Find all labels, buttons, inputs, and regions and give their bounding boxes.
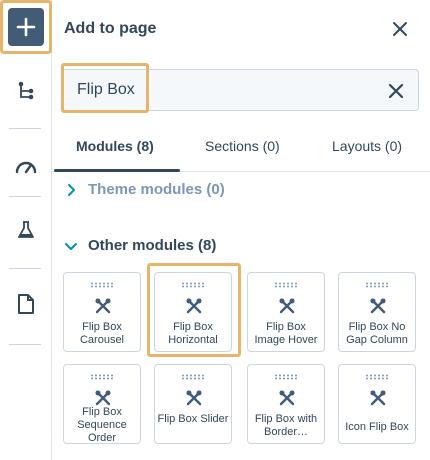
module-card[interactable]: Flip Box Horizontal xyxy=(154,272,232,352)
module-card[interactable]: Flip Box with Border… xyxy=(247,364,325,444)
module-card[interactable]: Flip Box Image Hover xyxy=(247,272,325,352)
drag-handle-icon xyxy=(182,282,204,288)
drag-handle-icon xyxy=(91,374,113,380)
module-card[interactable]: Icon Flip Box xyxy=(338,364,416,444)
drag-handle-icon xyxy=(91,282,113,288)
tab-sections[interactable]: Sections (0) xyxy=(205,138,280,154)
document-icon[interactable] xyxy=(12,290,40,318)
module-card[interactable]: Flip Box Sequence Order xyxy=(63,364,141,444)
tab-layouts[interactable]: Layouts (0) xyxy=(332,138,402,154)
add-button[interactable] xyxy=(0,0,52,54)
drag-handle-icon xyxy=(275,374,297,380)
module-name: Flip Box Horizontal xyxy=(168,321,218,346)
tools-icon xyxy=(370,390,386,406)
gauge-icon[interactable] xyxy=(12,152,40,180)
left-rail xyxy=(0,0,52,460)
chevron-down-icon xyxy=(64,239,78,253)
search-box xyxy=(62,69,419,111)
module-card[interactable]: Flip Box Slider xyxy=(154,364,232,444)
tools-icon xyxy=(279,390,295,406)
chevron-right-icon xyxy=(64,183,78,197)
theme-modules-label: Theme modules (0) xyxy=(88,181,225,198)
tools-icon xyxy=(95,390,111,406)
rail-divider xyxy=(9,268,41,269)
search-input[interactable] xyxy=(77,78,367,102)
panel-title: Add to page xyxy=(64,20,157,37)
module-name: Flip Box Slider xyxy=(157,413,229,425)
plus-icon[interactable] xyxy=(8,8,44,46)
module-name: Flip Box Image Hover xyxy=(254,321,318,346)
tools-icon xyxy=(279,298,295,314)
clear-icon[interactable] xyxy=(385,80,407,102)
tab-modules[interactable]: Modules (8) xyxy=(76,138,154,154)
rail-divider xyxy=(9,344,41,345)
module-card[interactable]: Flip Box No Gap Column xyxy=(338,272,416,352)
module-card[interactable]: Flip Box Carousel xyxy=(63,272,141,352)
other-modules-toggle[interactable]: Other modules (8) xyxy=(64,237,216,254)
rail-divider xyxy=(9,196,41,197)
rail-divider xyxy=(9,128,41,129)
tools-icon xyxy=(186,298,202,314)
module-name: Flip Box Sequence Order xyxy=(77,406,127,444)
module-name: Flip Box Carousel xyxy=(79,321,125,346)
drag-handle-icon xyxy=(366,282,388,288)
tools-icon xyxy=(370,298,386,314)
module-name: Flip Box with Border… xyxy=(254,413,318,438)
drag-handle-icon xyxy=(182,374,204,380)
tab-bar: Modules (8) Sections (0) Layouts (0) xyxy=(52,126,430,172)
module-name: Flip Box No Gap Column xyxy=(346,321,408,346)
drag-handle-icon xyxy=(366,374,388,380)
tools-icon xyxy=(95,298,111,314)
tree-structure-icon[interactable] xyxy=(12,76,40,104)
flask-icon[interactable] xyxy=(12,216,40,244)
theme-modules-toggle[interactable]: Theme modules (0) xyxy=(64,181,225,198)
drag-handle-icon xyxy=(275,282,297,288)
other-modules-label: Other modules (8) xyxy=(88,237,217,254)
tools-icon xyxy=(186,390,202,406)
close-icon[interactable] xyxy=(390,19,410,39)
add-to-page-panel: Add to page Modules (8) Sections (0) Lay… xyxy=(52,0,430,460)
active-tab-indicator xyxy=(54,169,180,172)
module-name: Icon Flip Box xyxy=(345,421,409,433)
